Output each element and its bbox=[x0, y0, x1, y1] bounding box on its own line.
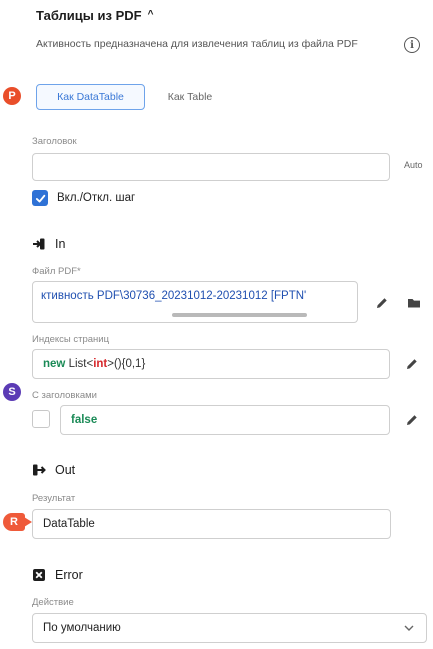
error-icon bbox=[33, 569, 45, 581]
info-icon[interactable]: i bbox=[404, 37, 420, 53]
heading-input[interactable] bbox=[32, 153, 390, 181]
error-section-header: Error bbox=[32, 568, 83, 582]
folder-icon[interactable] bbox=[407, 297, 421, 309]
code-text-after: >(){0,1} bbox=[107, 358, 146, 370]
action-select[interactable]: По умолчанию bbox=[32, 613, 427, 643]
edit-with-headers-icon[interactable] bbox=[405, 413, 419, 427]
in-section-header: In bbox=[32, 237, 65, 251]
keyword-int: int bbox=[93, 358, 108, 370]
page-indexes-label: Индексы страниц bbox=[32, 334, 110, 345]
sign-out-icon bbox=[33, 464, 46, 476]
activity-title-text: Таблицы из PDF bbox=[36, 8, 142, 23]
in-section-title: In bbox=[55, 237, 66, 251]
toggle-step-label: Вкл./Откл. шаг bbox=[57, 192, 136, 204]
result-input[interactable]: DataTable bbox=[32, 509, 391, 539]
keyword-new: new bbox=[43, 358, 66, 370]
chevron-down-icon bbox=[404, 625, 414, 631]
result-label: Результат bbox=[32, 493, 76, 504]
action-label: Действие bbox=[32, 597, 74, 608]
with-headers-checkbox[interactable] bbox=[32, 410, 50, 428]
with-headers-label: С заголовками bbox=[32, 390, 97, 401]
check-icon bbox=[35, 194, 45, 202]
toggle-step-checkbox[interactable] bbox=[32, 190, 48, 206]
sign-in-icon bbox=[33, 238, 45, 250]
edit-page-indexes-icon[interactable] bbox=[405, 357, 419, 371]
edit-pdf-path-icon[interactable] bbox=[375, 296, 389, 310]
marker-r: R bbox=[3, 513, 32, 531]
marker-p: P bbox=[3, 87, 21, 105]
auto-button[interactable]: Auto bbox=[404, 160, 423, 170]
with-headers-input[interactable]: false bbox=[60, 405, 390, 435]
chevron-up-icon[interactable]: ^ bbox=[148, 9, 154, 20]
pdf-file-scrollbar[interactable] bbox=[172, 313, 307, 317]
out-section-header: Out bbox=[32, 463, 75, 477]
marker-s: S bbox=[3, 383, 21, 401]
activity-description: Активность предназначена для извлечения … bbox=[36, 38, 358, 50]
code-text-before: List< bbox=[65, 358, 94, 370]
error-section-title: Error bbox=[55, 568, 83, 582]
activity-title[interactable]: Таблицы из PDF ^ bbox=[36, 8, 153, 23]
out-section-title: Out bbox=[55, 463, 76, 477]
heading-field-label: Заголовок bbox=[32, 136, 77, 147]
page-indexes-input[interactable]: new List< int >(){0,1} bbox=[32, 349, 390, 379]
action-select-value: По умолчанию bbox=[43, 622, 121, 634]
pdf-file-label: Файл PDF* bbox=[32, 266, 81, 277]
tab-as-datatable[interactable]: Как DataTable bbox=[36, 84, 145, 110]
tab-as-table[interactable]: Как Table bbox=[150, 84, 230, 110]
